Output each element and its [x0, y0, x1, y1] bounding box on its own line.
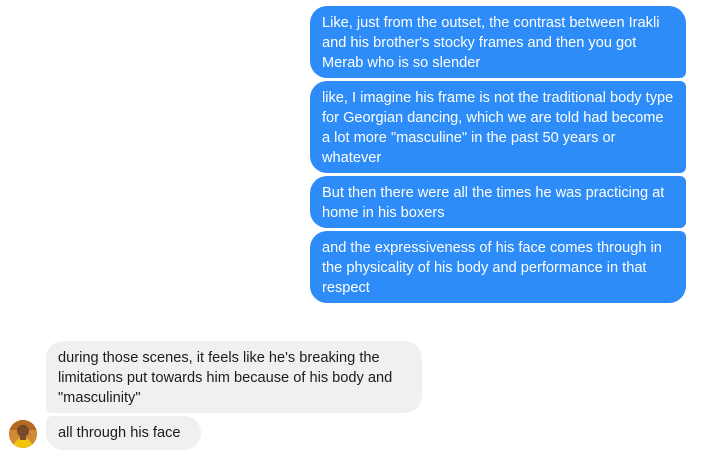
incoming-message[interactable]: during those scenes, it feels like he's … — [46, 341, 422, 413]
outgoing-message[interactable]: But then there were all the times he was… — [310, 176, 686, 228]
incoming-message[interactable]: all through his face — [46, 416, 201, 450]
outgoing-message[interactable]: like, I imagine his frame is not the tra… — [310, 81, 686, 173]
outgoing-message[interactable]: Like, just from the outset, the contrast… — [310, 6, 686, 78]
sender-avatar[interactable] — [9, 420, 37, 448]
avatar-photo-icon — [9, 420, 37, 448]
outgoing-message[interactable]: and the expressiveness of his face comes… — [310, 231, 686, 303]
